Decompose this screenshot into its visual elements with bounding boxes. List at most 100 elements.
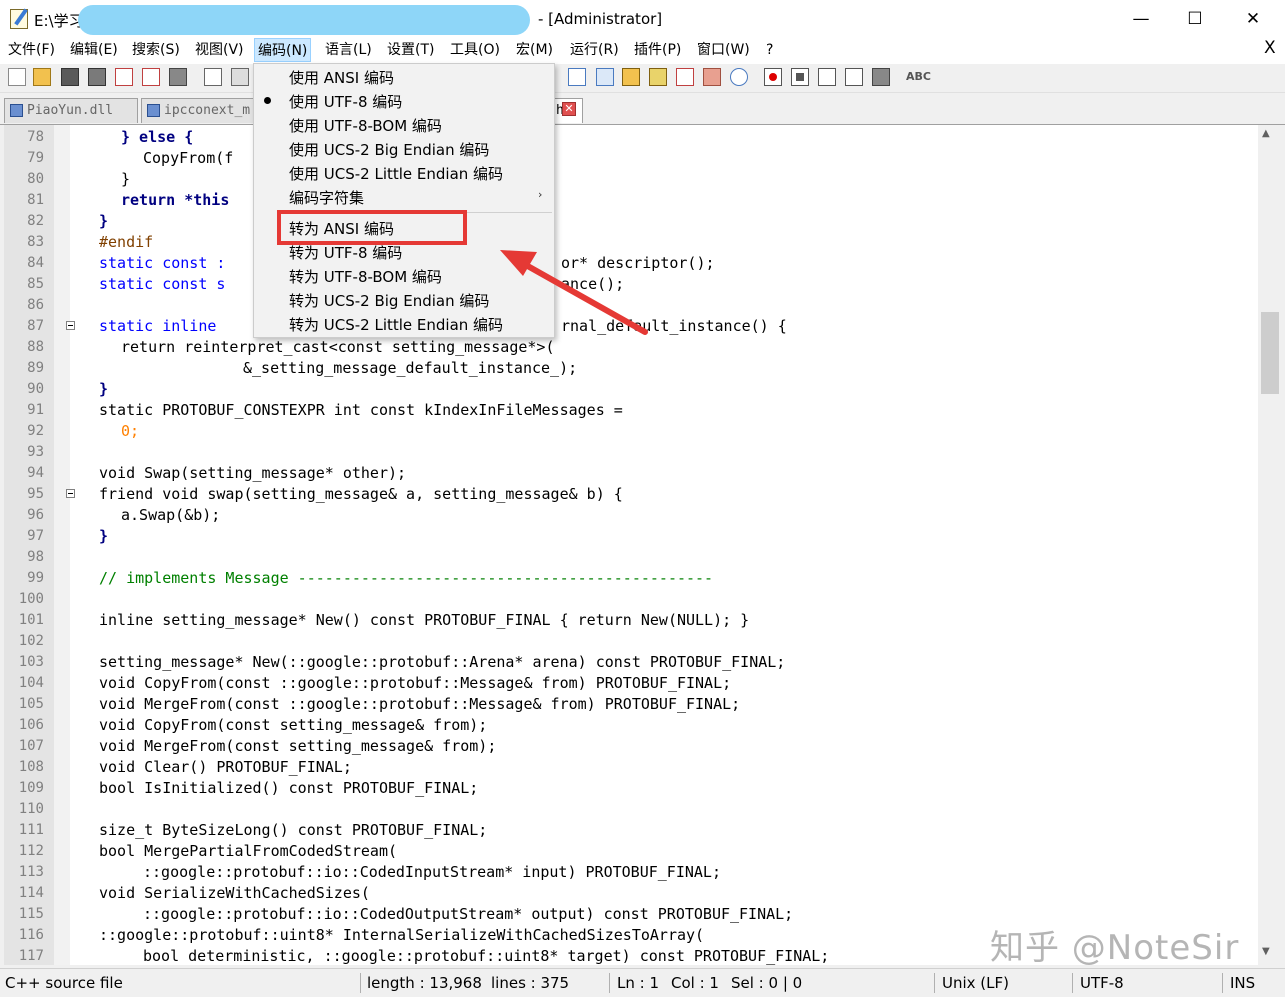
menu-edit[interactable]: 编辑(E) [67,38,121,62]
menu-tools[interactable]: 工具(O) [447,38,503,62]
code-line: bool deterministic, ::google::protobuf::… [143,947,830,965]
status-lines: lines : 375 [491,974,570,992]
folder-as-workspace-icon[interactable] [703,68,721,86]
tab-piaoyun[interactable]: PiaoYun.dll [4,98,138,123]
stop-macro-icon[interactable] [791,68,809,86]
play-macro-icon[interactable] [818,68,836,86]
menu-bar: 文件(F) 编辑(E) 搜索(S) 视图(V) 编码(N) 语言(L) 设置(T… [0,38,1285,64]
line-number: 88 [27,339,44,355]
menu-item-charsets[interactable]: 编码字符集 [289,186,364,210]
scroll-up-arrow-icon[interactable]: ▲ [1262,128,1270,139]
save-macro-icon[interactable] [872,68,890,86]
copy-icon[interactable] [231,68,249,86]
status-encoding[interactable]: UTF-8 [1080,969,1124,997]
menu-item-convert-utf8-bom[interactable]: 转为 UTF-8-BOM 编码 [289,265,442,289]
code-line: return *this [121,191,230,209]
menu-item-use-ucs2-be[interactable]: 使用 UCS-2 Big Endian 编码 [289,138,489,162]
code-line: inline setting_message* New() const PROT… [99,611,750,629]
menu-search[interactable]: 搜索(S) [129,38,183,62]
code-line: static inline [99,317,217,335]
menu-item-convert-ucs2-be[interactable]: 转为 UCS-2 Big Endian 编码 [289,289,489,313]
code-line: void MergeFrom(const setting_message& fr… [99,737,497,755]
menu-item-use-utf8-bom[interactable]: 使用 UTF-8-BOM 编码 [289,114,442,138]
title-redaction-blur [78,5,530,35]
print-icon[interactable] [169,68,187,86]
doc-map-icon[interactable] [649,68,667,86]
fold-toggle-icon[interactable] [66,489,75,498]
status-insert-mode[interactable]: INS [1230,969,1255,997]
status-ln: Ln : 1 [617,974,659,992]
tab-close-icon[interactable]: ✕ [562,102,576,116]
new-file-icon[interactable] [8,68,26,86]
line-number: 100 [18,591,44,607]
monitoring-eye-icon[interactable] [730,68,748,86]
menu-macro[interactable]: 宏(M) [513,38,556,62]
menu-file[interactable]: 文件(F) [5,38,58,62]
line-number: 78 [27,129,44,145]
record-macro-icon[interactable] [764,68,782,86]
code-line: static PROTOBUF_CONSTEXPR int const kInd… [99,401,623,419]
code-line: void Clear() PROTOBUF_FINAL; [99,758,352,776]
show-all-chars-icon[interactable] [568,68,586,86]
code-line: } [99,380,109,398]
status-filetype: C++ source file [5,974,123,992]
user-defined-lang-icon[interactable] [622,68,640,86]
fold-toggle-icon[interactable] [66,321,75,330]
line-number: 85 [27,276,44,292]
notepad-plus-plus-icon [10,9,28,29]
menu-view[interactable]: 视图(V) [192,38,247,62]
menu-window[interactable]: 窗口(W) [694,38,753,62]
code-line: } [99,527,109,545]
code-line: } else { [121,128,194,146]
menu-language[interactable]: 语言(L) [322,38,375,62]
indent-guide-icon[interactable] [596,68,614,86]
line-number: 98 [27,549,44,565]
maximize-button[interactable]: ☐ [1166,0,1224,38]
menu-item-use-utf8[interactable]: 使用 UTF-8 编码 [289,90,402,114]
vertical-scrollbar[interactable] [1258,125,1285,965]
menu-encoding[interactable]: 编码(N) [254,38,312,62]
close-window-button[interactable]: ✕ [1224,0,1282,38]
menu-settings[interactable]: 设置(T) [384,38,437,62]
line-number: 95 [27,486,44,502]
function-list-icon[interactable] [676,68,694,86]
menu-item-use-ansi[interactable]: 使用 ANSI 编码 [289,66,394,90]
line-number: 81 [27,192,44,208]
line-number: 83 [27,234,44,250]
toolbar: ABC [0,64,1285,93]
line-number: 108 [18,759,44,775]
status-eol[interactable]: Unix (LF) [942,969,1009,997]
run-macro-multiple-icon[interactable] [845,68,863,86]
line-number: 87 [27,318,44,334]
line-number: 92 [27,423,44,439]
minimize-button[interactable]: — [1112,0,1170,38]
save-all-icon[interactable] [88,68,106,86]
open-folder-icon[interactable] [33,68,51,86]
tab-ipcconext[interactable]: ipcconext_m [141,98,256,123]
code-line: void CopyFrom(const setting_message& fro… [99,716,488,734]
menu-plugins[interactable]: 插件(P) [631,38,684,62]
submenu-arrow-icon: › [538,188,543,201]
code-line: static const : [99,254,226,272]
close-document-button[interactable]: X [1264,38,1276,58]
scroll-down-arrow-icon[interactable]: ▼ [1262,946,1270,957]
line-number: 111 [18,822,44,838]
close-all-icon[interactable] [142,68,160,86]
code-line: void Swap(setting_message* other); [99,464,407,482]
code-line: a.Swap(&b); [121,506,221,524]
line-number: 116 [18,927,44,943]
menu-item-convert-ucs2-le[interactable]: 转为 UCS-2 Little Endian 编码 [289,313,503,337]
line-number: 103 [18,654,44,670]
cut-icon[interactable] [204,68,222,86]
line-number: 112 [18,843,44,859]
menu-help[interactable]: ? [763,38,776,62]
spell-check-abc-icon[interactable]: ABC [906,68,931,86]
code-line: size_t ByteSizeLong() const PROTOBUF_FIN… [99,821,488,839]
status-divider [360,973,361,993]
menu-run[interactable]: 运行(R) [567,38,622,62]
menu-item-use-ucs2-le[interactable]: 使用 UCS-2 Little Endian 编码 [289,162,503,186]
scrollbar-thumb[interactable] [1261,312,1279,394]
line-number: 97 [27,528,44,544]
save-icon[interactable] [61,68,79,86]
close-file-icon[interactable] [115,68,133,86]
